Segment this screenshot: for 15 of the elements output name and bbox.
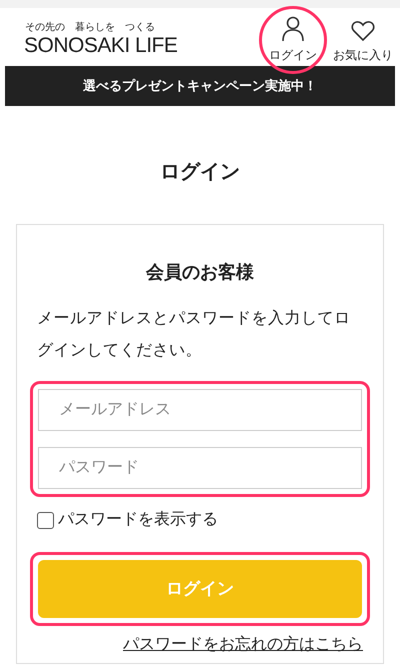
heart-icon (351, 20, 375, 42)
nav-link[interactable]: ログイン (268, 16, 318, 64)
card-title: 会員のお客様 (144, 261, 255, 284)
checkbox-label: パスワードを表示する (58, 510, 218, 530)
tagline: その先の 暮らしを つくる (24, 22, 156, 34)
page-title: ログイン (159, 160, 241, 185)
input-field[interactable]: パスワード (38, 447, 362, 489)
description: メールアドレスとパスワードを入力してログインしてください。 (37, 308, 352, 361)
logo: SONOSAKI LIFE (24, 34, 178, 58)
checkbox[interactable] (37, 512, 54, 528)
campaign-banner[interactable]: 選べるプレゼントキャンペーン実施中！ (5, 66, 395, 106)
forgot-password-link[interactable]: パスワードをお忘れの方はこちら (123, 634, 363, 656)
user-icon (282, 16, 304, 42)
nav-link[interactable]: お気に入り (332, 20, 394, 64)
input-field[interactable]: メールアドレス (38, 389, 362, 431)
